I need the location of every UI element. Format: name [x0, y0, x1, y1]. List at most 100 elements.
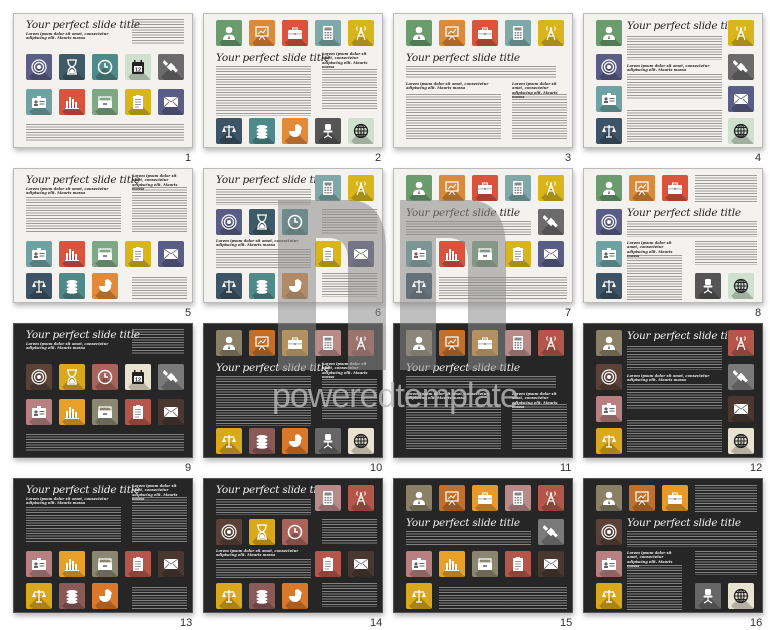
body-text-block [322, 209, 377, 235]
slide-subheading: Lorem ipsum dolor sit amet, consectetur … [627, 374, 710, 383]
slide-number: 11 [560, 462, 572, 474]
mail-icon [158, 89, 184, 115]
clock-icon [92, 364, 118, 390]
body-text-block [26, 434, 184, 452]
briefcase-icon [662, 485, 688, 511]
presentation-icon [629, 175, 655, 201]
satellite-icon [538, 519, 564, 545]
slide-subheading: Lorem ipsum dolor sit amet, consectetur … [322, 52, 368, 70]
slide-thumbnail-7[interactable]: Your perfect slide title [393, 168, 573, 303]
pie-chart-icon [282, 428, 308, 454]
slide-thumbnail-4[interactable]: Your perfect slide title Lorem ipsum dolo… [583, 13, 763, 148]
slide-thumbnail-6[interactable]: Your perfect slide title Lorem ipsum dolo… [203, 168, 383, 303]
slide-thumbnail-5[interactable]: Your perfect slide title Lorem ipsum dolo… [13, 168, 193, 303]
slide-title: Your perfect slide title [406, 52, 520, 64]
id-card-icon [26, 399, 52, 425]
antenna-icon [348, 20, 374, 46]
slide-title: Your perfect slide title [216, 174, 330, 186]
body-text-block [132, 329, 184, 355]
slide-thumbnail-14[interactable]: Your perfect slide title Lorem ipsum dolo… [203, 478, 383, 613]
slide-thumbnail-16[interactable]: Your perfect slide title Lorem ipsum dolo… [583, 478, 763, 613]
target-icon [596, 519, 622, 545]
slide-thumbnail-11[interactable]: Your perfect slide title Lorem ipsum dolo… [393, 323, 573, 458]
body-text-block [132, 587, 187, 609]
slide-subheading: Lorem ipsum dolor sit amet, consectetur … [216, 549, 299, 558]
id-card-icon [26, 89, 52, 115]
body-text-block [627, 255, 682, 301]
slide-thumbnail-8[interactable]: Your perfect slide title Lorem ipsum dolo… [583, 168, 763, 303]
id-card-icon [406, 241, 432, 267]
slide-title: Your perfect slide title [406, 517, 520, 529]
slide-title: Your perfect slide title [627, 20, 741, 32]
slide-number: 1 [185, 152, 192, 164]
calculator-icon [315, 330, 341, 356]
slide-thumbnail-2[interactable]: Your perfect slide title Lorem ipsum dolo… [203, 13, 383, 148]
slide-number: 3 [565, 152, 572, 164]
mail-icon [348, 241, 374, 267]
slide-thumbnail-15[interactable]: Your perfect slide title [393, 478, 573, 613]
scales-icon [406, 583, 432, 609]
id-card-icon [596, 86, 622, 112]
slide-title: Your perfect slide title [26, 19, 140, 31]
globe-icon [348, 428, 374, 454]
id-card-icon [596, 396, 622, 422]
satellite-icon [158, 364, 184, 390]
body-text-block [627, 384, 722, 410]
slide-thumbnail-10[interactable]: Your perfect slide title Lorem ipsum dolo… [203, 323, 383, 458]
slide-number: 9 [185, 462, 192, 474]
slide-number: 13 [180, 617, 193, 629]
body-text-block [132, 497, 187, 542]
briefcase-icon [472, 330, 498, 356]
slide-thumbnail-9[interactable]: Your perfect slide title Lorem ipsum dolo… [13, 323, 193, 458]
archive-icon [92, 551, 118, 577]
pie-chart-icon [282, 273, 308, 299]
scales-icon [216, 428, 242, 454]
satellite-icon [728, 54, 754, 80]
coins-icon [249, 583, 275, 609]
archive-icon [92, 399, 118, 425]
scales-icon [596, 118, 622, 144]
slide-thumbnail-3[interactable]: Your perfect slide title Lorem ipsum dolo… [393, 13, 573, 148]
calendar-icon: 12 [125, 54, 151, 80]
calculator-icon [315, 485, 341, 511]
scales-icon [216, 118, 242, 144]
pie-chart-icon [92, 273, 118, 299]
calculator-icon [505, 20, 531, 46]
antenna-icon [538, 485, 564, 511]
clock-icon [282, 519, 308, 545]
body-text-block [406, 404, 501, 450]
body-text-block [322, 69, 377, 109]
globe-icon [348, 118, 374, 144]
slide-thumbnail-13[interactable]: Your perfect slide title Lorem ipsum dolo… [13, 478, 193, 613]
slide-number: 2 [375, 152, 382, 164]
slide-thumbnail-12[interactable]: Your perfect slide title Lorem ipsum dolo… [583, 323, 763, 458]
clipboard-icon [315, 241, 341, 267]
bar-chart-icon [439, 241, 465, 267]
slide-subheading: Lorem ipsum dolor sit amet, consectetur … [26, 187, 109, 196]
archive-icon [472, 551, 498, 577]
slide-number: 16 [750, 617, 763, 629]
body-text-block [406, 376, 556, 388]
user-icon [216, 20, 242, 46]
slide-thumbnail-1[interactable]: Your perfect slide title Lorem ipsum dolo… [13, 13, 193, 148]
mail-icon [728, 396, 754, 422]
scales-icon [26, 273, 52, 299]
body-text-block [512, 94, 567, 140]
presentation-icon [439, 485, 465, 511]
slide-subheading: Lorem ipsum dolor sit amet, consectetur … [26, 32, 109, 41]
body-text-block [216, 499, 311, 515]
slide-title: Your perfect slide title [26, 484, 140, 496]
clock-icon [92, 54, 118, 80]
antenna-icon [348, 485, 374, 511]
mail-icon [348, 551, 374, 577]
body-text-block [627, 36, 722, 60]
briefcase-icon [282, 330, 308, 356]
body-text-block [216, 189, 311, 205]
mail-icon [538, 241, 564, 267]
presentation-icon [439, 175, 465, 201]
slide-title: Your perfect slide title [216, 362, 330, 374]
user-icon [216, 330, 242, 356]
slide-subheading: Lorem ipsum dolor sit amet, consectetur … [26, 497, 109, 506]
globe-icon [728, 428, 754, 454]
slide-number: 6 [375, 307, 382, 319]
